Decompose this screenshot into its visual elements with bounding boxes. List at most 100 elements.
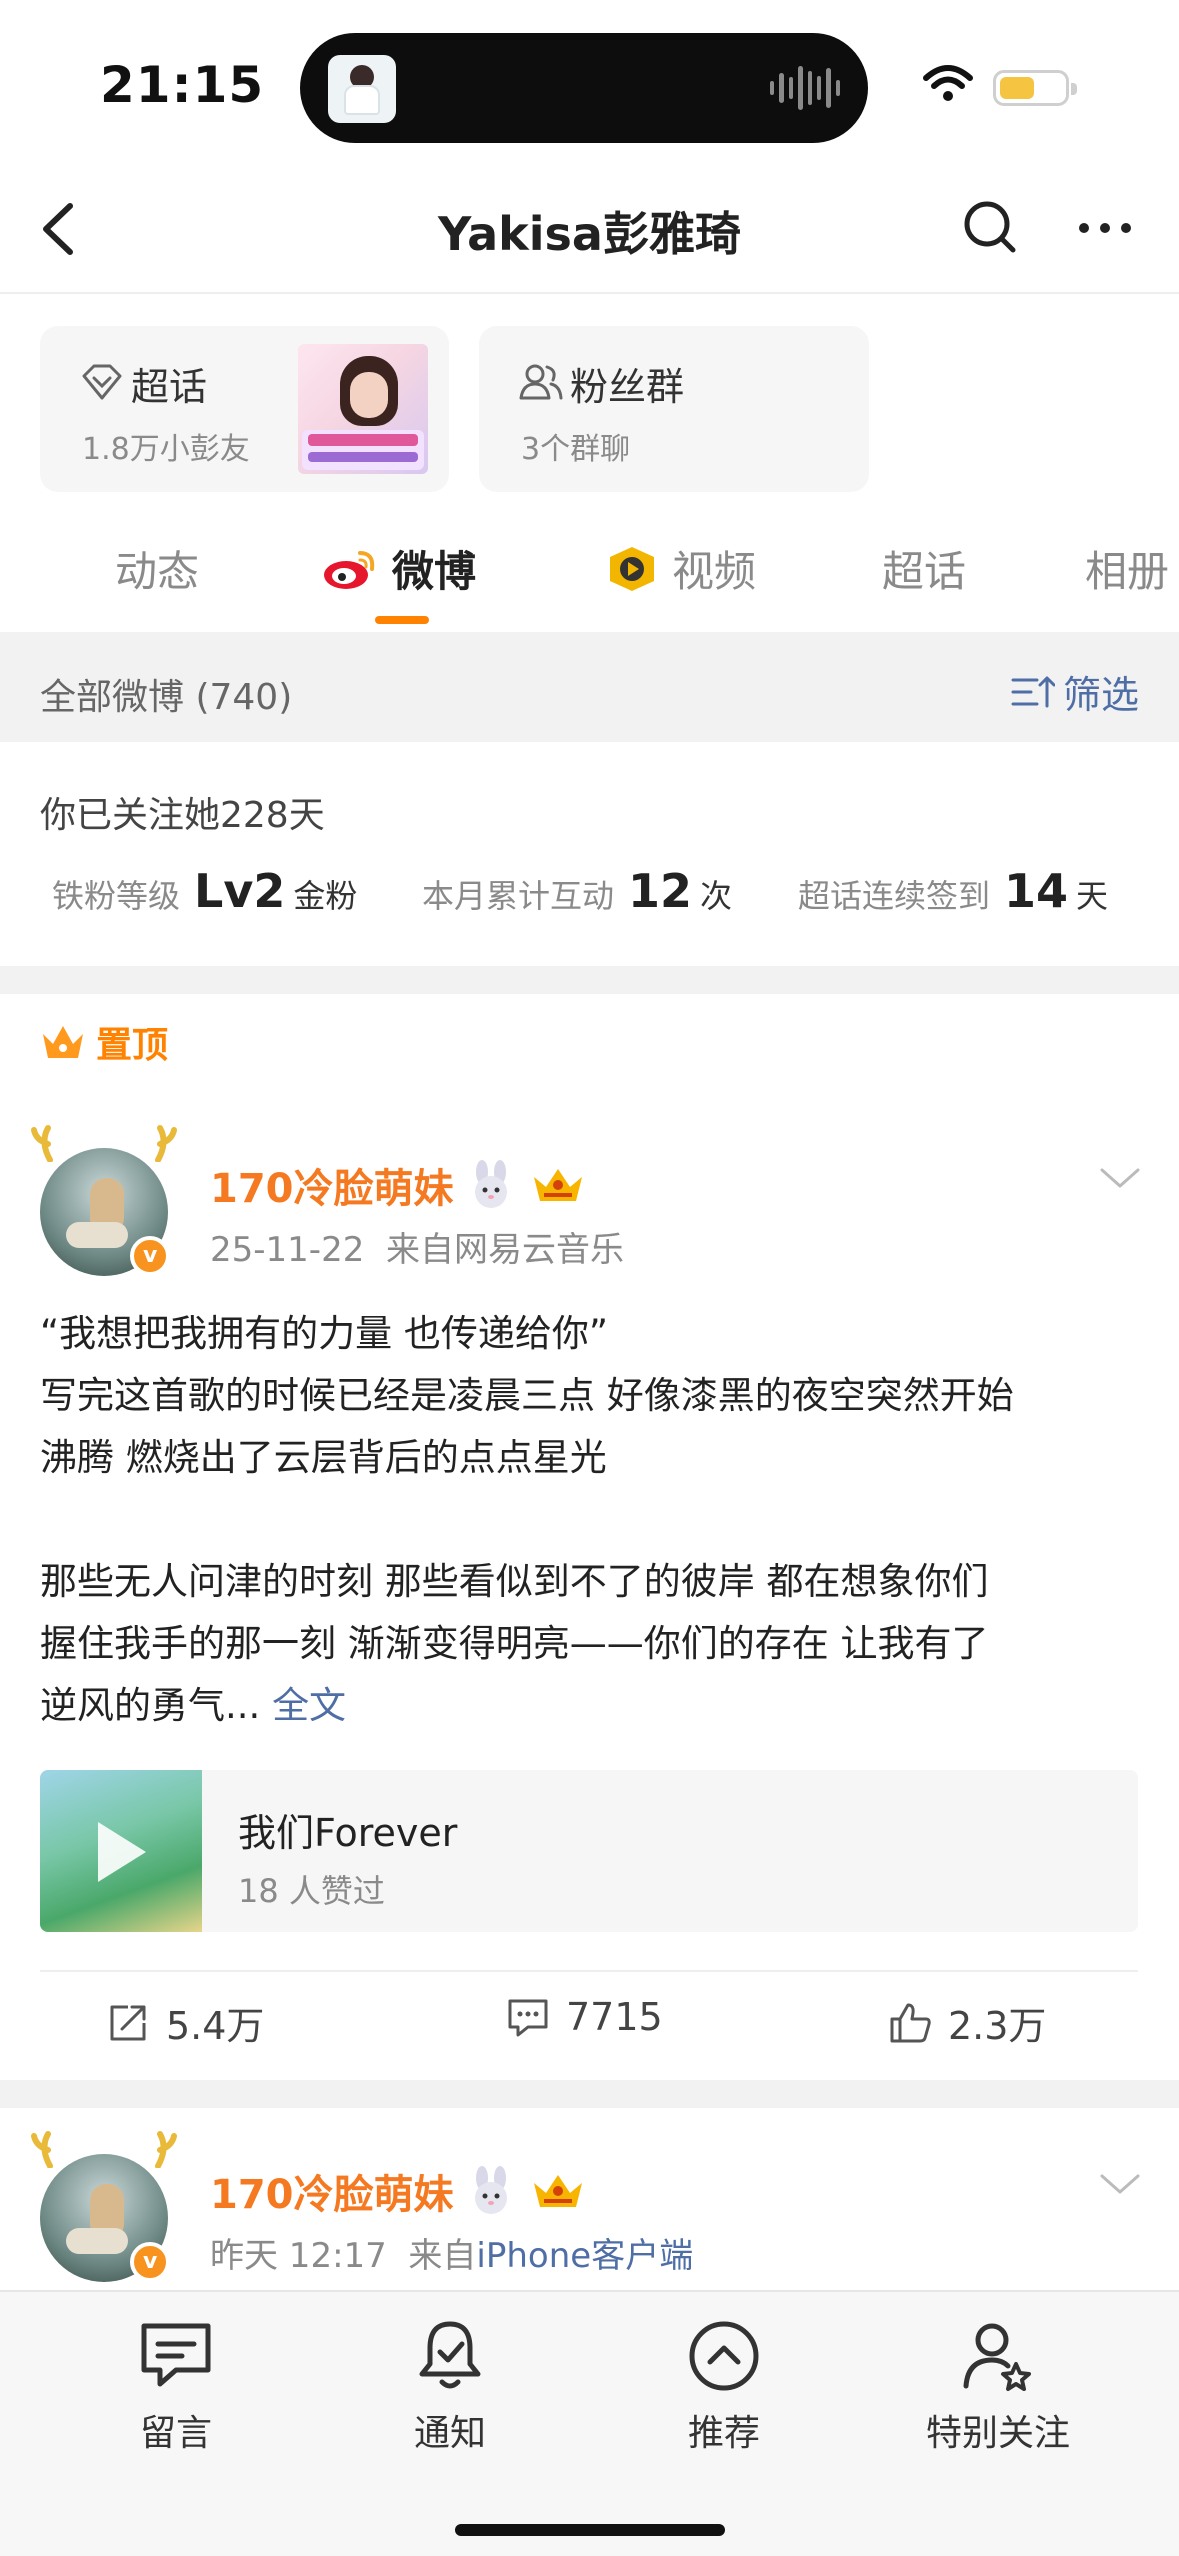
post-time: 25-11-22 bbox=[210, 1230, 365, 1270]
stat-unit: 金粉 bbox=[293, 877, 358, 915]
read-more-link[interactable]: 全文 bbox=[272, 1684, 346, 1727]
post-text-blank-line bbox=[40, 1489, 1140, 1551]
fan-group-card[interactable]: 粉丝群 3个群聊 bbox=[479, 326, 869, 492]
chevron-up-circle-icon bbox=[689, 2321, 759, 2391]
stat-unit: 次 bbox=[700, 877, 733, 915]
tab-label: 视频 bbox=[672, 547, 757, 596]
like-count: 2.3万 bbox=[948, 2004, 1047, 2048]
pinned-label: 置顶 bbox=[96, 1025, 169, 1066]
home-indicator[interactable] bbox=[455, 2524, 725, 2536]
weibo-logo-icon bbox=[324, 550, 375, 589]
bottom-label: 特别关注 bbox=[925, 2413, 1070, 2454]
now-playing-thumbnail bbox=[328, 55, 396, 123]
source-prefix: 来自 bbox=[408, 2236, 477, 2276]
tab-label: 微博 bbox=[392, 547, 477, 596]
bottom-label: 推荐 bbox=[687, 2413, 760, 2454]
search-icon[interactable] bbox=[955, 192, 1025, 262]
stat-label: 铁粉等级 bbox=[52, 877, 181, 915]
status-bar: 21:15 bbox=[0, 0, 1179, 170]
author-row: 170冷脸萌妹 bbox=[210, 1156, 588, 1214]
all-weibo-count: 全部微博 (740) bbox=[40, 677, 293, 718]
group-icon bbox=[519, 364, 563, 400]
post-text-line: 握住我手的那一刻 渐渐变得明亮——你们的存在 让我有了 bbox=[40, 1622, 989, 1665]
dynamic-island[interactable] bbox=[300, 33, 868, 143]
tab-weibo[interactable]: 微博 bbox=[322, 538, 476, 599]
message-icon bbox=[141, 2323, 211, 2387]
repost-count: 5.4万 bbox=[166, 2004, 265, 2048]
post-meta: 25-11-22 来自网易云音乐 bbox=[210, 1222, 624, 1271]
follow-days-text: 你已关注她228天 bbox=[40, 795, 325, 836]
post-text-line: 那些无人问津的时刻 那些看似到不了的彼岸 都在想象你们 bbox=[40, 1560, 989, 1603]
card-title: 超话 bbox=[131, 365, 208, 409]
like-button[interactable]: 2.3万 bbox=[888, 1995, 1046, 2050]
author-name[interactable]: 170冷脸萌妹 bbox=[210, 2162, 454, 2220]
tab-supertopic[interactable]: 超话 bbox=[882, 538, 966, 599]
post-text: “我想把我拥有的力量 也传递给你” 写完这首歌的时候已经是凌晨三点 好像漆黑的夜… bbox=[40, 1303, 1140, 1737]
filter-button[interactable]: 筛选 bbox=[1011, 664, 1139, 719]
follow-info: 你已关注她228天 铁粉等级 Lv2 金粉 本月累计互动 12 次 超话连续签到… bbox=[0, 742, 1179, 966]
more-options-icon[interactable] bbox=[1070, 192, 1140, 262]
wifi-icon bbox=[923, 65, 973, 101]
stat-unit: 天 bbox=[1076, 877, 1109, 915]
post-text-line: “我想把我拥有的力量 也传递给你” bbox=[40, 1312, 609, 1355]
supertopic-card[interactable]: 超话 1.8万小彭友 bbox=[40, 326, 449, 492]
post-text-line: 逆风的勇气... bbox=[40, 1684, 261, 1727]
vip-crown-badge-icon[interactable] bbox=[528, 2169, 588, 2213]
vip-crown-badge-icon[interactable] bbox=[528, 1163, 588, 1207]
status-time: 21:15 bbox=[100, 56, 265, 114]
play-icon[interactable] bbox=[98, 1822, 146, 1882]
repost-button[interactable]: 5.4万 bbox=[106, 1995, 264, 2050]
bottom-toolbar: 留言 通知 推荐 特别关注 bbox=[0, 2290, 1179, 2556]
rabbit-emoji-icon bbox=[474, 1160, 507, 1208]
interaction-stat: 本月累计互动 12 次 bbox=[422, 864, 732, 918]
music-card[interactable]: 我们Forever 18 人赞过 bbox=[40, 1770, 1138, 1932]
verified-badge-icon: v bbox=[130, 2242, 170, 2282]
diamond-icon bbox=[82, 364, 122, 400]
chevron-down-icon[interactable] bbox=[1098, 1166, 1142, 1190]
card-title: 粉丝群 bbox=[570, 365, 685, 409]
section-divider bbox=[0, 966, 1179, 994]
filter-label: 筛选 bbox=[1062, 673, 1139, 717]
event-poster-image[interactable] bbox=[298, 344, 428, 474]
profile-tabs: 动态 微博 视频 超话 相册 bbox=[0, 520, 1179, 630]
tab-video[interactable]: 视频 bbox=[604, 538, 756, 599]
music-likes: 18 人赞过 bbox=[238, 1872, 385, 1910]
battery-icon bbox=[993, 70, 1077, 106]
notification-button[interactable]: 通知 bbox=[330, 2316, 570, 2456]
bottom-label: 通知 bbox=[413, 2413, 486, 2454]
tab-dynamics[interactable]: 动态 bbox=[115, 538, 199, 599]
nav-header: Yakisa彭雅琦 bbox=[0, 170, 1179, 294]
post-source[interactable]: iPhone客户端 bbox=[476, 2236, 693, 2276]
post-text-line: 沸腾 燃烧出了云层背后的点点星光 bbox=[40, 1436, 607, 1479]
music-cover-image bbox=[40, 1770, 202, 1932]
stat-label: 本月累计互动 bbox=[422, 877, 615, 915]
pinned-label-row: 置顶 bbox=[40, 1016, 168, 1068]
chevron-down-icon[interactable] bbox=[1098, 2172, 1142, 2196]
post-text-line: 写完这首歌的时候已经是凌晨三点 好像漆黑的夜空突然开始 bbox=[40, 1374, 1014, 1417]
filter-bar: 全部微博 (740) 筛选 bbox=[0, 632, 1179, 742]
checkin-stat: 超话连续签到 14 天 bbox=[798, 864, 1108, 918]
author-name[interactable]: 170冷脸萌妹 bbox=[210, 1156, 454, 1214]
crown-icon bbox=[43, 1026, 83, 1058]
post-time: 昨天 12:17 bbox=[210, 2236, 387, 2276]
stat-label: 超话连续签到 bbox=[798, 877, 991, 915]
message-button[interactable]: 留言 bbox=[56, 2316, 296, 2456]
user-star-icon bbox=[963, 2323, 1031, 2391]
special-follow-button[interactable]: 特别关注 bbox=[878, 2316, 1118, 2456]
stat-value: 14 bbox=[1004, 864, 1069, 918]
video-badge-icon bbox=[610, 546, 654, 591]
music-title: 我们Forever bbox=[238, 1811, 458, 1855]
audio-waveform-icon bbox=[770, 63, 840, 113]
bottom-label: 留言 bbox=[139, 2413, 212, 2454]
active-tab-indicator bbox=[375, 616, 429, 624]
fan-level-stat: 铁粉等级 Lv2 金粉 bbox=[52, 864, 357, 918]
comment-button[interactable]: 7715 bbox=[506, 1995, 663, 2039]
recommend-button[interactable]: 推荐 bbox=[604, 2316, 844, 2456]
action-divider bbox=[40, 1970, 1138, 1972]
card-subtitle: 1.8万小彭友 bbox=[82, 432, 250, 467]
rabbit-emoji-icon bbox=[474, 2166, 507, 2214]
tab-album[interactable]: 相册 bbox=[1085, 538, 1169, 599]
section-divider bbox=[0, 2080, 1179, 2108]
card-subtitle: 3个群聊 bbox=[521, 432, 631, 467]
post-text-last-line: 逆风的勇气... 全文 bbox=[40, 1675, 1140, 1737]
